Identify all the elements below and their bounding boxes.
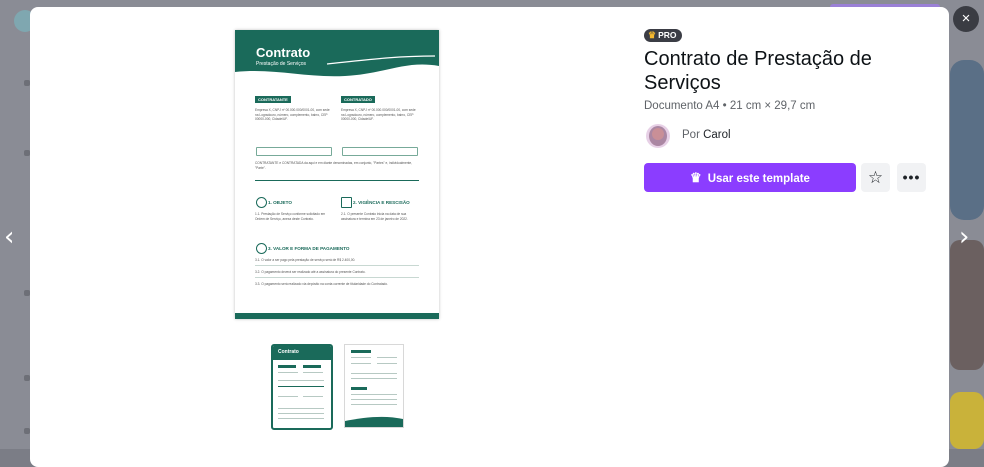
thumbnail-footer-shape — [345, 416, 403, 427]
avatar-face — [652, 128, 664, 140]
use-template-label: Usar este template — [707, 173, 810, 185]
thumbnail-line — [278, 380, 324, 381]
thumbnail-line — [278, 396, 298, 397]
thumbnail-line — [278, 386, 324, 387]
next-template-button[interactable]: › — [959, 224, 969, 250]
thumbnail-line — [303, 396, 323, 397]
previous-template-button[interactable]: ‹ — [4, 224, 14, 250]
thumbnail-label — [351, 387, 367, 390]
thumbnail-line — [278, 408, 324, 409]
author-avatar[interactable] — [646, 124, 670, 148]
thumbnail-line — [351, 363, 371, 364]
thumbnail-label — [278, 365, 296, 368]
template-preview-modal: Contrato Prestação de Serviços CONTRATAN… — [30, 7, 949, 467]
calendar-icon — [341, 197, 352, 208]
crown-icon: ♛ — [648, 30, 657, 40]
more-options-button[interactable]: ••• — [897, 163, 926, 192]
section1-title: 1. OBJETO — [268, 200, 292, 205]
thumbnail-label — [303, 365, 321, 368]
thumbnail-line — [377, 357, 397, 358]
thumbnail-line — [278, 372, 298, 373]
template-title: Contrato de Prestação de Serviços — [644, 48, 872, 94]
section2-title: 2. VIGÊNCIA E RESCISÃO — [353, 200, 410, 205]
contratado-label: CONTRATADO — [341, 96, 375, 103]
section1-text: 1.1. Prestação de Serviço conforme solic… — [255, 212, 326, 221]
contratante-text: Empresa X, CNPJ nº 00.000.000/0001-00, c… — [255, 108, 330, 121]
thumbnail-line — [303, 372, 323, 373]
contratado-text: Empresa X, CNPJ nº 00.000.000/0001-00, c… — [341, 108, 416, 121]
pro-badge-label: PRO — [658, 30, 677, 40]
background-thumbnail — [950, 392, 984, 449]
target-icon — [256, 197, 267, 208]
favorite-button[interactable]: ☆ — [861, 163, 890, 192]
document-preview: Contrato Prestação de Serviços CONTRATAN… — [235, 30, 439, 319]
divider — [255, 277, 419, 278]
page-thumbnail-2[interactable] — [344, 344, 404, 428]
thumbnail-line — [351, 394, 397, 395]
crown-icon: ♛ — [690, 170, 702, 185]
thumbnail-line — [351, 357, 371, 358]
background-thumbnail — [950, 60, 984, 220]
background-thumbnail — [950, 240, 984, 370]
signature-field — [342, 147, 418, 156]
section3-title: 3. VALOR E FORMA DE PAGAMENTO — [268, 246, 350, 251]
thumbnail-line — [377, 363, 397, 364]
section3-text-3: 3.3. O pagamento será realizado via depó… — [255, 282, 388, 286]
close-icon: × — [961, 10, 971, 27]
section3-text-2: 3.2. O pagamento deverá ser realizado at… — [255, 270, 366, 274]
parties-text: CONTRATANTE e CONTRATADA da aqui e em di… — [255, 161, 413, 170]
section2-text: 2.1. O presente Contrato inicia na data … — [341, 212, 408, 221]
signature-field — [256, 147, 332, 156]
divider — [255, 180, 419, 181]
document-subtitle: Prestação de Serviços — [256, 61, 307, 67]
thumbnail-line — [278, 418, 324, 419]
chevron-right-icon: › — [959, 222, 970, 252]
document-title: Contrato — [256, 45, 311, 60]
author-prefix: Por — [682, 129, 700, 141]
contratante-label: CONTRATANTE — [255, 96, 291, 103]
thumbnail-title: Contrato — [278, 349, 299, 355]
use-template-button[interactable]: ♛ Usar este template — [644, 163, 856, 192]
document-footer-bar — [235, 313, 439, 319]
thumbnail-line — [351, 373, 397, 374]
star-icon: ☆ — [867, 168, 884, 187]
thumbnail-line — [351, 404, 397, 405]
page-thumbnail-1[interactable]: Contrato — [271, 344, 333, 430]
close-button[interactable]: × — [953, 6, 979, 32]
thumbnail-label — [351, 350, 371, 353]
money-icon — [256, 243, 267, 254]
thumbnail-line — [278, 413, 324, 414]
more-horizontal-icon: ••• — [902, 169, 921, 185]
author-byline: Por Carol — [682, 129, 731, 141]
section3-text-1: 3.1. O valor a ser pago pela prestação d… — [255, 258, 356, 262]
template-dimensions: Documento A4 • 21 cm × 29,7 cm — [644, 100, 816, 112]
chevron-left-icon: ‹ — [4, 222, 15, 252]
thumbnail-line — [351, 399, 397, 400]
thumbnail-line — [351, 378, 397, 379]
divider — [255, 265, 419, 266]
pro-badge: ♛ PRO — [644, 29, 682, 42]
author-name-link[interactable]: Carol — [703, 129, 730, 141]
